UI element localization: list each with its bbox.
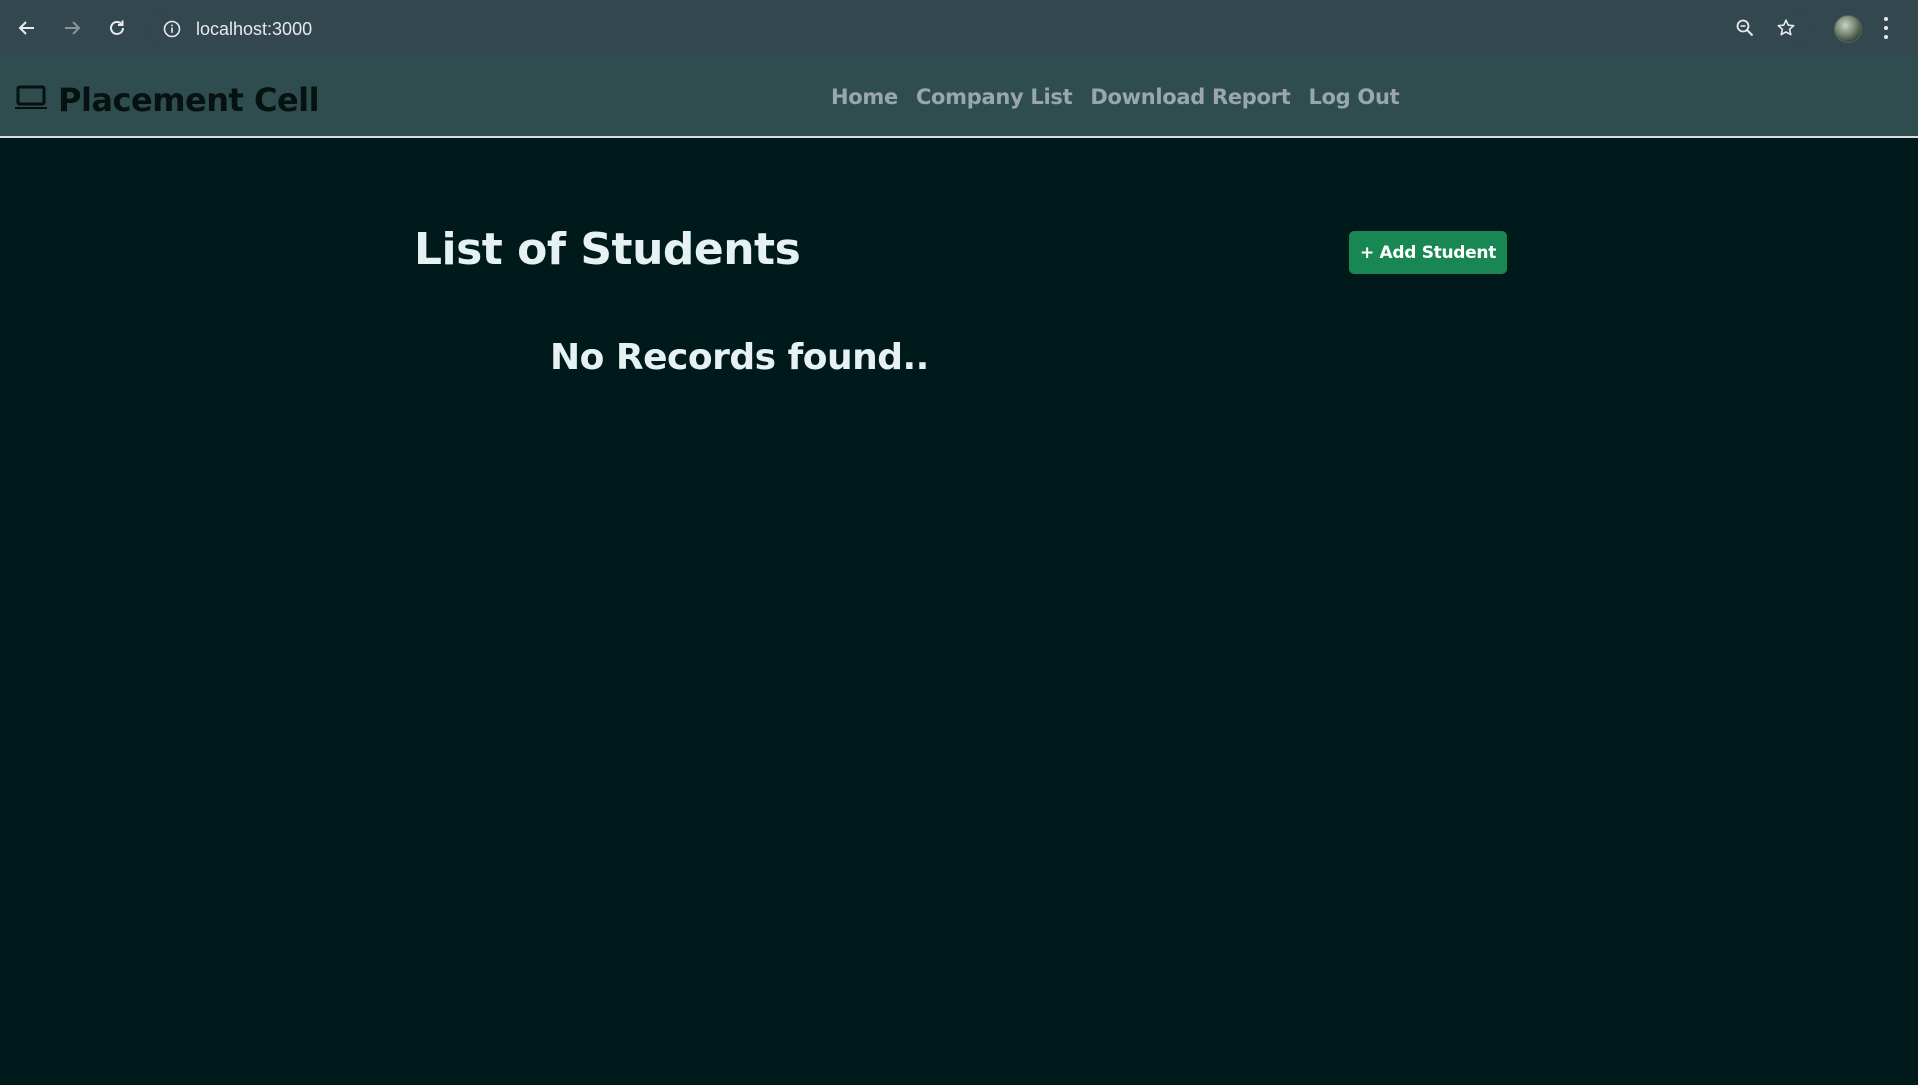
back-arrow-icon[interactable] [13, 14, 41, 42]
site-info-icon[interactable] [162, 19, 182, 39]
profile-avatar[interactable] [1834, 15, 1862, 43]
browser-toolbar: localhost:3000 [0, 0, 1918, 57]
empty-state-message: No Records found.. [550, 337, 929, 378]
nav-link-download-report[interactable]: Download Report [1090, 85, 1290, 109]
add-student-button[interactable]: + Add Student [1349, 231, 1507, 274]
laptop-icon [14, 85, 48, 115]
url-text: localhost:3000 [196, 19, 313, 39]
address-bar[interactable]: localhost:3000 [150, 9, 1810, 49]
nav-link-log-out[interactable]: Log Out [1308, 85, 1399, 109]
menu-kebab-icon[interactable] [1882, 17, 1890, 39]
reload-icon[interactable] [103, 14, 131, 42]
page-title: List of Students [414, 224, 801, 275]
bookmark-star-icon[interactable] [1774, 16, 1798, 40]
app-navbar: Placement Cell Home Company List Downloa… [0, 57, 1918, 138]
nav-link-company-list[interactable]: Company List [916, 85, 1073, 109]
brand[interactable]: Placement Cell [14, 81, 320, 119]
zoom-icon[interactable] [1733, 16, 1757, 40]
nav-link-home[interactable]: Home [831, 85, 898, 109]
brand-name: Placement Cell [58, 81, 320, 119]
nav-links: Home Company List Download Report Log Ou… [831, 85, 1400, 109]
forward-arrow-icon[interactable] [58, 14, 86, 42]
